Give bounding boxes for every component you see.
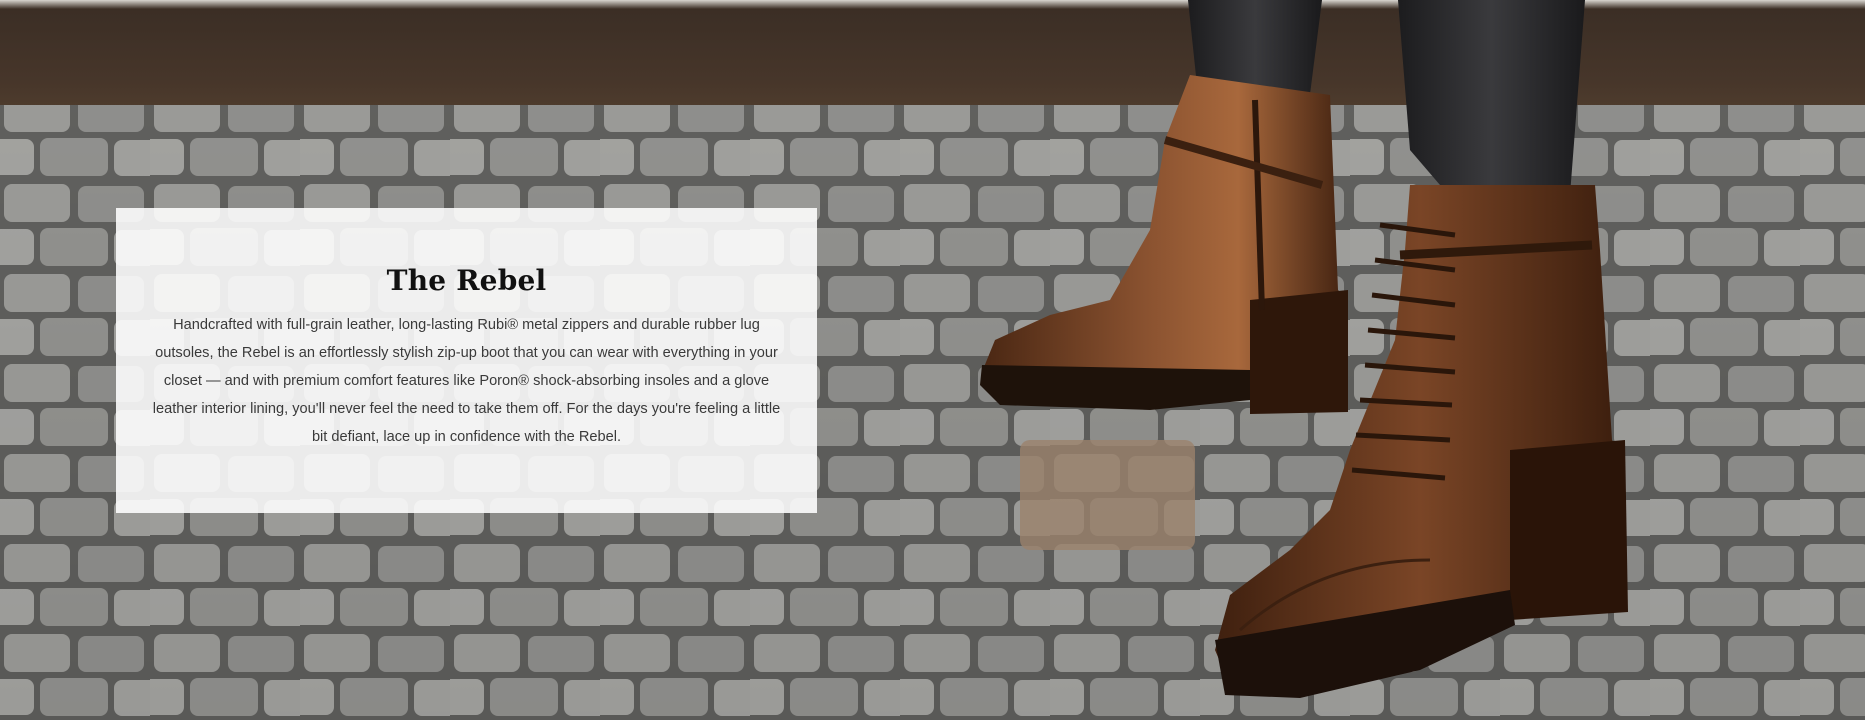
product-title: The Rebel bbox=[386, 264, 547, 297]
product-description: Handcrafted with full-grain leather, lon… bbox=[152, 317, 781, 445]
hero-banner: The Rebel Handcrafted with full-grain le… bbox=[0, 0, 1865, 720]
product-info-card: The Rebel Handcrafted with full-grain le… bbox=[116, 208, 817, 513]
